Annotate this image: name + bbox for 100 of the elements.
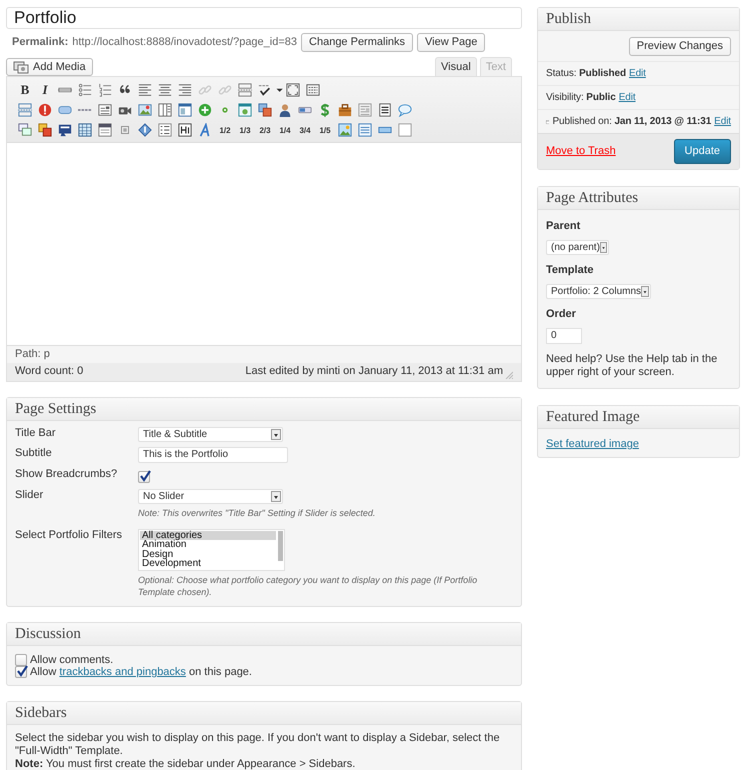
column-width-button[interactable]: 3/4 xyxy=(299,126,311,134)
script-letter-icon[interactable] xyxy=(198,123,212,137)
column-width-button[interactable]: 2/3 xyxy=(259,126,271,134)
description-text: Select the sidebar you wish to display on this page. If you don't want to display a Sidebar, select the "Full-Width" Template. xyxy=(15,732,501,758)
column-width-button[interactable]: 1/2 xyxy=(219,126,231,134)
preview-changes-button[interactable]: Preview Changes xyxy=(628,37,731,56)
text-box-icon[interactable] xyxy=(98,103,112,117)
field-label: Parent xyxy=(546,220,582,233)
field-label: Show Breadcrumbs? xyxy=(15,468,118,482)
resize-grip-icon[interactable] xyxy=(505,371,513,379)
editor-tab[interactable]: Visual xyxy=(435,57,477,76)
bullet-list-icon[interactable] xyxy=(78,83,92,97)
order-field[interactable]: 0 xyxy=(546,328,582,344)
small-square-icon[interactable] xyxy=(118,123,132,137)
status-text: Visibility: Public xyxy=(546,91,616,104)
field-label: Subtitle xyxy=(15,447,53,461)
panel-title: Page Settings xyxy=(15,401,96,417)
columns-icon[interactable] xyxy=(158,103,172,117)
word-count: Word count: 0 xyxy=(15,365,84,379)
media-icon xyxy=(13,60,29,74)
panel-title: Featured Image xyxy=(546,409,640,425)
align-center-icon[interactable] xyxy=(158,83,172,97)
person-icon[interactable] xyxy=(278,103,292,117)
blank-square-icon[interactable] xyxy=(398,123,412,137)
permalink-label: Permalink: xyxy=(12,36,68,49)
trackbacks-link[interactable]: trackbacks and pingbacks xyxy=(59,666,186,678)
edit-link[interactable]: Edit xyxy=(618,91,636,104)
edit-link[interactable]: Edit xyxy=(629,67,646,80)
update-button[interactable]: Update xyxy=(674,139,731,164)
images-icon[interactable] xyxy=(38,123,52,137)
select-field[interactable]: (no parent) xyxy=(546,240,609,255)
screen-icon[interactable] xyxy=(238,103,252,117)
alert-icon[interactable] xyxy=(38,103,52,117)
last-edited-text: Last edited by minti on January 11, 2013 at 11:31 am xyxy=(245,365,503,379)
align-left-icon[interactable] xyxy=(138,83,152,97)
help-text: Need help? Use the Help tab in the upper right of your screen. xyxy=(546,353,718,379)
change-permalinks-button[interactable]: Change Permalinks xyxy=(301,33,414,52)
briefcase-icon[interactable] xyxy=(338,103,352,117)
monitor-icon[interactable] xyxy=(58,123,72,137)
status-text: Published on: Jan 11, 2013 @ 11:31 xyxy=(552,115,712,128)
field-label: Template xyxy=(546,264,594,277)
input-field[interactable]: This is the Portfolio xyxy=(138,447,288,463)
field-label: Slider xyxy=(15,489,44,503)
checkbox[interactable] xyxy=(15,654,27,666)
field-label: Select Portfolio Filters xyxy=(15,529,123,543)
select-field[interactable]: Portfolio: 2 Columns xyxy=(546,284,651,299)
overlapping-squares-icon[interactable] xyxy=(258,103,272,117)
field-label: Title Bar xyxy=(15,427,57,441)
select-field[interactable]: No Slider xyxy=(138,489,283,504)
bold-button[interactable]: B xyxy=(19,82,31,98)
add-icon[interactable] xyxy=(198,103,212,117)
column-width-button[interactable]: 1/5 xyxy=(319,126,331,134)
view-page-button[interactable]: View Page xyxy=(417,33,486,52)
path-text: Path: p xyxy=(7,346,521,363)
list-option[interactable]: Animation xyxy=(140,540,276,550)
listbox[interactable]: All categories Animation Design Development xyxy=(138,529,285,571)
note-text: Note: This overwrites "Title Bar" Setting if Slider is selected. xyxy=(138,507,376,519)
more-tag-icon[interactable] xyxy=(238,83,252,97)
numbered-list-icon[interactable] xyxy=(98,83,112,97)
select-field[interactable]: Title & Subtitle xyxy=(138,427,283,442)
panel-title: Page Attributes xyxy=(546,190,638,206)
dollar-icon[interactable] xyxy=(318,103,332,117)
diamond-icon[interactable] xyxy=(138,123,152,137)
toolbar-toggle-icon[interactable] xyxy=(306,83,320,97)
italic-button[interactable]: I xyxy=(39,82,51,98)
heading-icon[interactable] xyxy=(178,123,192,137)
field-label: Order xyxy=(546,308,577,321)
list-box-icon[interactable] xyxy=(378,103,392,117)
note-text: Note: You must first create the sidebar under Appearance > Sidebars. xyxy=(15,758,356,770)
spellcheck-icon[interactable] xyxy=(258,83,272,97)
speech-bubbles-icon[interactable] xyxy=(18,123,32,137)
layers-icon[interactable] xyxy=(18,103,32,117)
rounded-button-icon[interactable] xyxy=(58,103,72,117)
list-option[interactable]: Development xyxy=(140,558,276,568)
add-media-button[interactable]: Add Media xyxy=(6,58,93,76)
checkbox[interactable] xyxy=(138,471,150,483)
list-option[interactable]: All categories xyxy=(140,531,276,540)
option-text: Allow trackbacks and pingbacks on this page. xyxy=(30,666,252,678)
panel-icon[interactable] xyxy=(358,123,372,137)
edit-link[interactable]: Edit xyxy=(714,115,731,128)
set-featured-image-link[interactable]: Set featured image xyxy=(546,438,639,450)
option-text: Allow comments. xyxy=(30,654,114,666)
picture-icon[interactable] xyxy=(138,103,152,117)
panel-title: Sidebars xyxy=(15,705,67,721)
list-option[interactable]: Design xyxy=(140,550,276,559)
fullscreen-icon[interactable] xyxy=(286,83,300,97)
list-icon[interactable] xyxy=(158,123,172,137)
window-icon[interactable] xyxy=(178,103,192,117)
table-icon[interactable] xyxy=(78,123,92,137)
panel-title: Publish xyxy=(546,11,592,27)
note-text: Optional: Choose what portfolio category you want to display on this page (If Portfolio Template chosen). xyxy=(138,574,478,598)
column-width-button[interactable]: 1/3 xyxy=(239,126,251,134)
landscape-icon[interactable] xyxy=(338,123,352,137)
status-text: Status: Published xyxy=(546,67,626,80)
speech-bubble-icon[interactable] xyxy=(398,103,412,117)
title-field[interactable]: Portfolio xyxy=(6,7,522,29)
checkbox[interactable] xyxy=(15,666,27,678)
permalink-url: http://localhost:8888/inovadotest/?page_id=83 xyxy=(72,36,298,49)
align-right-icon[interactable] xyxy=(178,83,192,97)
column-width-button[interactable]: 1/4 xyxy=(279,126,291,134)
